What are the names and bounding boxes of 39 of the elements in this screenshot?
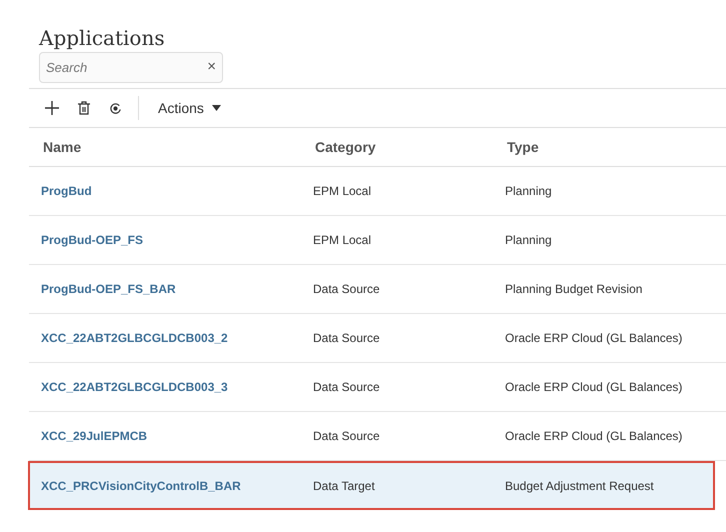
table-row[interactable]: XCC_22ABT2GLBCGLDCB003_2 Data Source Oracle ERP Cloud (GL Balances) bbox=[29, 314, 726, 363]
refresh-icon[interactable] bbox=[109, 102, 122, 114]
table-row[interactable]: ProgBud-OEP_FS EPM Local Planning bbox=[29, 216, 726, 265]
category-cell-text: Data Source bbox=[313, 330, 381, 347]
category-cell-text: EPM Local bbox=[313, 232, 372, 249]
category-cell-text: Data Source bbox=[313, 281, 381, 298]
table-row[interactable]: ProgBud-OEP_FS_BAR Data Source Planning Budget Revision bbox=[29, 265, 726, 314]
application-name-link[interactable]: ProgBud-OEP_FS_BAR bbox=[41, 280, 313, 298]
application-name-link[interactable]: ProgBud bbox=[41, 182, 313, 200]
application-name-link[interactable]: XCC_29JulEPMCB bbox=[41, 427, 313, 445]
add-icon[interactable] bbox=[45, 101, 59, 115]
caret-icon bbox=[212, 105, 221, 111]
search-field[interactable]: Search × bbox=[39, 52, 223, 83]
actions-menu-button[interactable]: Actions bbox=[158, 98, 221, 118]
column-header[interactable]: Name bbox=[43, 136, 315, 158]
application-name-link[interactable]: XCC_22ABT2GLBCGLDCB003_2 bbox=[41, 329, 313, 347]
category-cell-text: Data Source bbox=[313, 428, 381, 445]
type-cell-text: Planning bbox=[505, 183, 552, 200]
type-cell-text: Planning Budget Revision bbox=[505, 281, 642, 298]
category-cell-text: EPM Local bbox=[313, 183, 372, 200]
page-title: Applications bbox=[39, 26, 166, 50]
application-name-link[interactable]: XCC_PRCVisionCityControlB_BAR bbox=[41, 476, 313, 494]
table-row[interactable]: XCC_22ABT2GLBCGLDCB003_3 Data Source Oracle ERP Cloud (GL Balances) bbox=[29, 363, 726, 412]
clear-button[interactable]: × bbox=[207, 56, 216, 79]
category-cell-text: Data Source bbox=[313, 379, 381, 396]
table-row[interactable]: XCC_PRCVisionCityControlB_BAR Data Target Budget Adjustment Request bbox=[28, 461, 715, 510]
table-row[interactable]: ProgBud EPM Local Planning bbox=[29, 167, 726, 216]
application-name-link[interactable]: ProgBud-OEP_FS bbox=[41, 231, 313, 249]
type-cell-text: Budget Adjustment Request bbox=[505, 478, 654, 494]
column-header[interactable]: Category bbox=[315, 136, 507, 158]
type-cell-text: Planning bbox=[505, 232, 552, 249]
category-cell-text: Data Target bbox=[313, 478, 376, 494]
type-cell-text: Oracle ERP Cloud (GL Balances) bbox=[505, 428, 682, 445]
column-header[interactable]: Type bbox=[507, 136, 539, 158]
delete-icon[interactable] bbox=[77, 101, 91, 115]
type-cell-text: Oracle ERP Cloud (GL Balances) bbox=[505, 330, 682, 347]
search-input[interactable]: Search bbox=[46, 58, 208, 78]
type-cell-text: Oracle ERP Cloud (GL Balances) bbox=[505, 379, 682, 396]
application-name-link[interactable]: XCC_22ABT2GLBCGLDCB003_3 bbox=[41, 378, 313, 396]
